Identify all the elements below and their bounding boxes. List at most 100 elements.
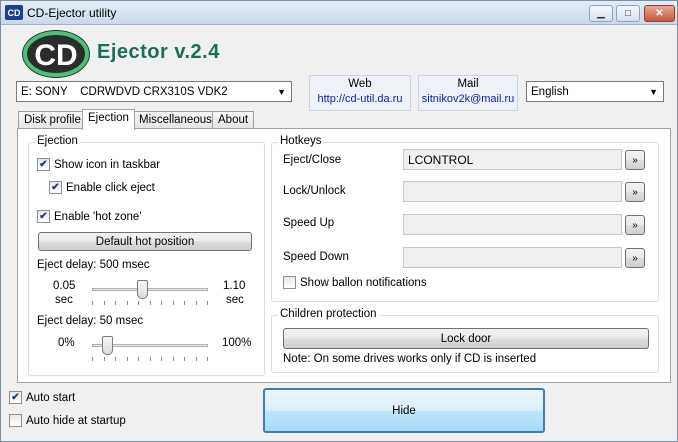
slider-tick xyxy=(138,357,139,361)
slider-tick xyxy=(161,301,162,305)
children-protection-note: Note: On some drives works only if CD is… xyxy=(283,353,537,365)
hotkey-set-speed-down-button[interactable]: » xyxy=(625,248,645,268)
eject-delay2-slider[interactable] xyxy=(92,336,208,361)
cd-logo-icon: CD xyxy=(22,30,90,78)
tab-ejection[interactable]: Ejection xyxy=(82,109,135,130)
delay-max-value: 1.10 xyxy=(223,280,246,292)
show-icon-label: Show icon in taskbar xyxy=(54,158,161,171)
hotkey-field-speed-up[interactable] xyxy=(403,214,622,235)
web-info: Web http://cd-util.da.ru xyxy=(309,75,411,111)
slider-tick xyxy=(115,357,116,361)
checkbox-checked-icon: ✔ xyxy=(9,391,22,404)
dropdown-arrow-icon: ▼ xyxy=(277,87,286,97)
slider-thumb[interactable] xyxy=(136,280,148,299)
auto-start-label: Auto start xyxy=(26,391,76,404)
hotkey-set-lock-unlock-button[interactable]: » xyxy=(625,182,645,202)
maximize-icon: □ xyxy=(624,8,632,19)
delay-min-value: 0.05 xyxy=(53,280,76,292)
language-select[interactable]: English ▼ xyxy=(526,81,664,102)
children-protection-title: Children protection xyxy=(278,308,379,320)
tab-miscellaneous[interactable]: Miscellaneous xyxy=(133,111,218,129)
slider-track xyxy=(92,288,208,291)
mail-label: Mail xyxy=(457,78,479,90)
checkbox-unchecked-icon xyxy=(283,276,296,289)
delay2-max-label: 100% xyxy=(222,337,252,349)
drive-select[interactable]: E: SONY CDRWDVD CRX310S VDK2 ▼ xyxy=(16,81,292,102)
minimize-button[interactable]: ▁ xyxy=(589,5,613,22)
window-title: CD-Ejector utility xyxy=(27,6,117,20)
enable-click-eject-label: Enable click eject xyxy=(66,181,155,194)
delay-max-unit: sec xyxy=(226,294,244,306)
slider-tick xyxy=(207,301,208,305)
ejection-tab-panel: Ejection ✔ Show icon in taskbar ✔ Enable… xyxy=(17,128,671,383)
delay2-min-label: 0% xyxy=(58,337,75,349)
slider-tick xyxy=(195,301,197,305)
auto-start-checkbox[interactable]: ✔ Auto start xyxy=(9,391,75,404)
tab-disk-profile[interactable]: Disk profile xyxy=(18,111,87,129)
slider-tick xyxy=(103,357,105,361)
web-label: Web xyxy=(348,78,372,90)
lock-door-button[interactable]: Lock door xyxy=(283,328,649,349)
mail-info: Mail sitnikov2k@mail.ru xyxy=(418,75,518,111)
hotkey-set-speed-up-button[interactable]: » xyxy=(625,215,645,235)
slider-tick xyxy=(207,357,208,361)
eject-delay-label: Eject delay: 500 msec xyxy=(37,259,150,271)
eject-delay-slider[interactable] xyxy=(92,280,208,305)
hide-button[interactable]: Hide xyxy=(263,388,545,433)
hotkey-field-speed-down[interactable] xyxy=(403,247,622,268)
default-hot-position-button[interactable]: Default hot position xyxy=(38,232,252,251)
hotkey-set-eject-close-button[interactable]: » xyxy=(625,150,645,170)
hotkey-label-speed-up: Speed Up xyxy=(283,217,335,229)
auto-hide-label: Auto hide at startup xyxy=(26,414,126,427)
show-ballon-label: Show ballon notifications xyxy=(300,276,427,289)
close-icon: ✕ xyxy=(655,8,664,19)
show-ballon-checkbox[interactable]: Show ballon notifications xyxy=(283,276,427,289)
show-icon-checkbox[interactable]: ✔ Show icon in taskbar xyxy=(37,158,160,171)
slider-tick xyxy=(149,301,151,305)
auto-hide-checkbox[interactable]: Auto hide at startup xyxy=(9,414,126,427)
main-window: CD CD-Ejector utility ▁ □ ✕ CD Ejector v… xyxy=(0,0,678,442)
hotkey-label-eject-close: Eject/Close xyxy=(283,154,342,166)
slider-tick xyxy=(92,301,93,305)
slider-tick xyxy=(184,301,185,305)
close-button[interactable]: ✕ xyxy=(644,5,675,22)
dropdown-arrow-icon: ▼ xyxy=(649,87,658,97)
slider-tick xyxy=(149,357,151,361)
checkbox-checked-icon: ✔ xyxy=(37,210,50,223)
slider-tick xyxy=(126,357,128,361)
hotkey-field-eject-close[interactable]: LCONTROL xyxy=(403,149,622,170)
slider-ticks xyxy=(92,357,208,361)
slider-tick xyxy=(138,301,139,305)
hotkey-field-lock-unlock[interactable] xyxy=(403,181,622,202)
slider-tick xyxy=(92,357,93,361)
slider-tick xyxy=(184,357,185,361)
logo-text: CD xyxy=(34,39,77,72)
language-select-value: English xyxy=(531,85,569,98)
hotkey-label-speed-down: Speed Down xyxy=(283,251,349,263)
slider-ticks xyxy=(92,301,208,305)
checkbox-checked-icon: ✔ xyxy=(37,158,50,171)
ejection-group-title: Ejection xyxy=(35,135,80,147)
slider-tick xyxy=(161,357,162,361)
checkbox-unchecked-icon xyxy=(9,414,22,427)
slider-tick xyxy=(195,357,197,361)
app-icon: CD xyxy=(5,5,23,20)
title-bar[interactable]: CD CD-Ejector utility ▁ □ ✕ xyxy=(1,1,677,25)
checkbox-checked-icon: ✔ xyxy=(49,181,62,194)
mail-link[interactable]: sitnikov2k@mail.ru xyxy=(419,93,517,105)
delay-min-unit: sec xyxy=(55,294,73,306)
hotkey-label-lock-unlock: Lock/Unlock xyxy=(283,185,346,197)
maximize-button[interactable]: □ xyxy=(616,5,640,22)
slider-tick xyxy=(115,301,116,305)
hotkeys-group-title: Hotkeys xyxy=(278,135,324,147)
eject-delay2-label: Eject delay: 50 msec xyxy=(37,315,144,327)
tab-about[interactable]: About xyxy=(212,111,255,129)
slider-tick xyxy=(172,357,174,361)
slider-thumb[interactable] xyxy=(102,336,114,355)
slider-tick xyxy=(126,301,128,305)
slider-tick xyxy=(103,301,105,305)
minimize-icon: ▁ xyxy=(597,8,605,19)
enable-click-eject-checkbox[interactable]: ✔ Enable click eject xyxy=(49,181,155,194)
web-link[interactable]: http://cd-util.da.ru xyxy=(310,93,410,105)
hot-zone-checkbox[interactable]: ✔ Enable 'hot zone' xyxy=(37,210,142,223)
